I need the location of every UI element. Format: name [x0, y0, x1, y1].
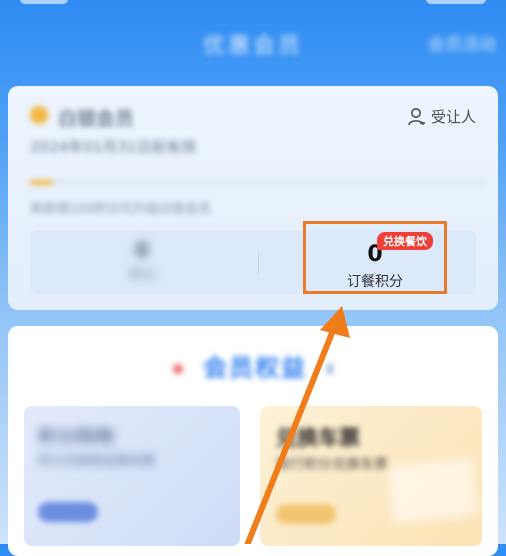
points-shopping-tile[interactable]: 积分购物 积分兑换商品更优惠	[24, 406, 240, 546]
redeem-ticket-tile[interactable]: 兑换车票 铁行积分兑换车票	[260, 406, 482, 546]
redeem-ticket-button[interactable]	[276, 504, 336, 524]
points-shopping-subtitle: 积分兑换商品更优惠	[38, 454, 156, 469]
redeem-meal-badge[interactable]: 兑换餐饮	[377, 232, 433, 250]
points-balance-value: 0	[135, 238, 149, 262]
member-level-name: 白银会员	[58, 108, 135, 130]
points-shopping-button[interactable]	[38, 502, 98, 522]
level-coin-icon	[30, 106, 48, 124]
redeem-ticket-title: 兑换车票	[276, 426, 360, 450]
order-points-highlight[interactable]: 0 订餐积分 兑换餐饮	[303, 221, 447, 294]
benefits-card: 会员权益 积分购物 积分兑换商品更优惠 兑换车票 铁行积分兑换车票	[8, 326, 498, 556]
points-shopping-title: 积分购物	[38, 426, 115, 448]
points-divider	[258, 252, 259, 274]
points-balance[interactable]: 0 积分	[102, 238, 182, 283]
order-points-label: 订餐积分	[347, 274, 403, 290]
person-icon	[408, 107, 425, 125]
level-progress-text: 再获得100积分可升级白银会员	[30, 202, 211, 217]
benefits-title: 会员权益	[8, 348, 498, 383]
level-progress-fill	[30, 180, 53, 185]
assign-person-label: 受让人	[430, 108, 476, 126]
member-activity-link[interactable]: 会员活动	[428, 30, 496, 55]
level-progress-bar	[30, 180, 486, 185]
redeem-ticket-subtitle: 铁行积分兑换车票	[276, 457, 388, 473]
ticket-illustration	[387, 457, 479, 525]
points-balance-label: 积分	[128, 268, 155, 283]
page-header: 优惠会员 会员活动	[0, 0, 506, 80]
assign-person-button[interactable]: 受让人	[407, 106, 476, 127]
validity-text: 2024年01月31日前有效	[30, 138, 197, 156]
